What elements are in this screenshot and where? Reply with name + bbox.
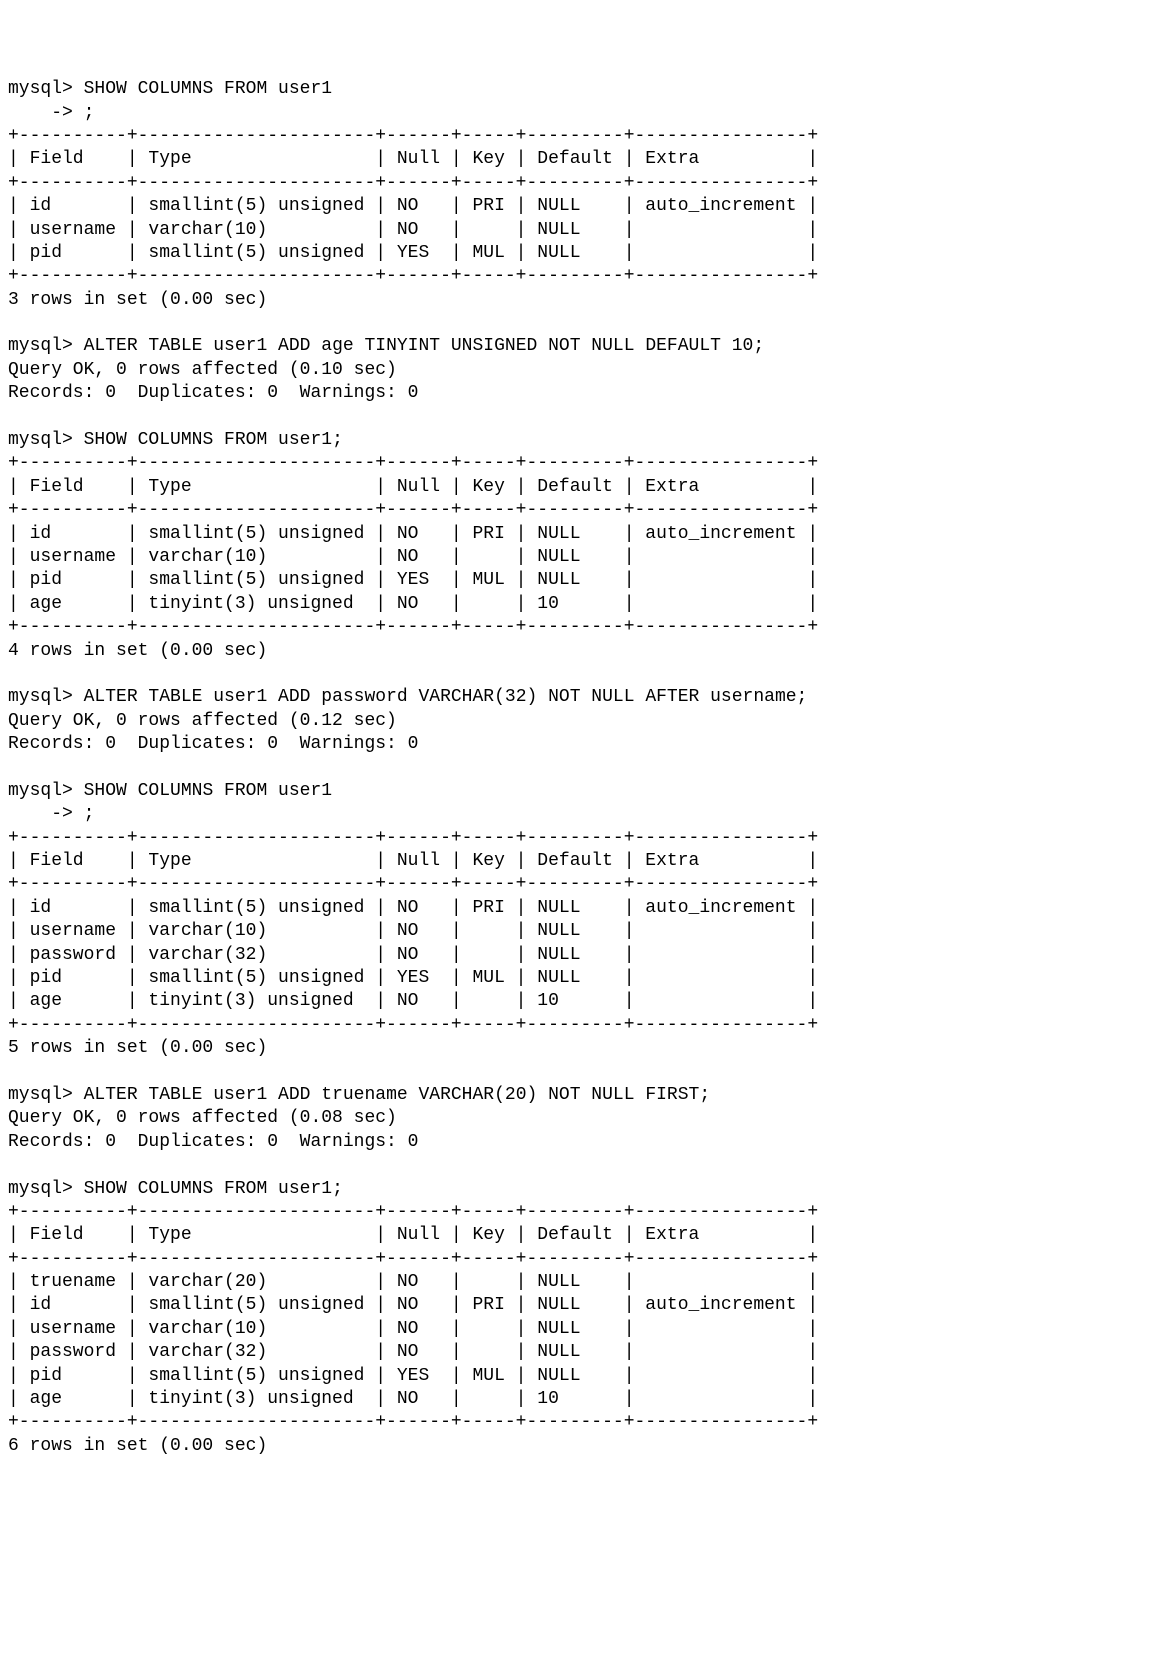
- records-line: Records: 0 Duplicates: 0 Warnings: 0: [8, 1132, 418, 1152]
- table-row: | age | tinyint(3) unsigned | NO | | 10 …: [8, 594, 818, 614]
- table-border: +----------+----------------------+-----…: [8, 500, 818, 520]
- table-header: | Field | Type | Null | Key | Default | …: [8, 851, 818, 871]
- table-row: | pid | smallint(5) unsigned | YES | MUL…: [8, 243, 818, 263]
- table-border: +----------+----------------------+-----…: [8, 874, 818, 894]
- query-ok: Query OK, 0 rows affected (0.10 sec): [8, 360, 397, 380]
- table-border: +----------+----------------------+-----…: [8, 1249, 818, 1269]
- table-border: +----------+----------------------+-----…: [8, 828, 818, 848]
- table-row: | id | smallint(5) unsigned | NO | PRI |…: [8, 524, 818, 544]
- table-header: | Field | Type | Null | Key | Default | …: [8, 149, 818, 169]
- result-summary: 3 rows in set (0.00 sec): [8, 290, 267, 310]
- table-row: | id | smallint(5) unsigned | NO | PRI |…: [8, 196, 818, 216]
- sql-command: ALTER TABLE user1 ADD truename VARCHAR(2…: [84, 1085, 711, 1105]
- table-row: | pid | smallint(5) unsigned | YES | MUL…: [8, 968, 818, 988]
- sql-command: ALTER TABLE user1 ADD age TINYINT UNSIGN…: [84, 336, 765, 356]
- result-summary: 4 rows in set (0.00 sec): [8, 641, 267, 661]
- table-row: | pid | smallint(5) unsigned | YES | MUL…: [8, 1366, 818, 1386]
- prompt: mysql>: [8, 687, 84, 707]
- result-summary: 6 rows in set (0.00 sec): [8, 1436, 267, 1456]
- prompt: mysql>: [8, 336, 84, 356]
- query-ok: Query OK, 0 rows affected (0.12 sec): [8, 711, 397, 731]
- sql-command: SHOW COLUMNS FROM user1: [84, 781, 332, 801]
- table-row: | id | smallint(5) unsigned | NO | PRI |…: [8, 1295, 818, 1315]
- table-row: | age | tinyint(3) unsigned | NO | | 10 …: [8, 991, 818, 1011]
- continuation-prompt: ->: [8, 804, 84, 824]
- table-border: +----------+----------------------+-----…: [8, 173, 818, 193]
- sql-command: ;: [84, 804, 95, 824]
- sql-command: SHOW COLUMNS FROM user1;: [84, 1179, 343, 1199]
- table-border: +----------+----------------------+-----…: [8, 1015, 818, 1035]
- table-row: | username | varchar(10) | NO | | NULL |…: [8, 1319, 818, 1339]
- table-row: | id | smallint(5) unsigned | NO | PRI |…: [8, 898, 818, 918]
- table-border: +----------+----------------------+-----…: [8, 1202, 818, 1222]
- sql-command: ALTER TABLE user1 ADD password VARCHAR(3…: [84, 687, 808, 707]
- table-row: | truename | varchar(20) | NO | | NULL |…: [8, 1272, 818, 1292]
- records-line: Records: 0 Duplicates: 0 Warnings: 0: [8, 734, 418, 754]
- table-header: | Field | Type | Null | Key | Default | …: [8, 1225, 818, 1245]
- sql-command: SHOW COLUMNS FROM user1;: [84, 430, 343, 450]
- result-summary: 5 rows in set (0.00 sec): [8, 1038, 267, 1058]
- table-row: | username | varchar(10) | NO | | NULL |…: [8, 921, 818, 941]
- table-border: +----------+----------------------+-----…: [8, 453, 818, 473]
- table-border: +----------+----------------------+-----…: [8, 1412, 818, 1432]
- table-row: | pid | smallint(5) unsigned | YES | MUL…: [8, 570, 818, 590]
- terminal-output: mysql> SHOW COLUMNS FROM user1 -> ; +---…: [8, 78, 1164, 1458]
- records-line: Records: 0 Duplicates: 0 Warnings: 0: [8, 383, 418, 403]
- table-row: | username | varchar(10) | NO | | NULL |…: [8, 547, 818, 567]
- continuation-prompt: ->: [8, 103, 84, 123]
- table-row: | username | varchar(10) | NO | | NULL |…: [8, 220, 818, 240]
- table-row: | age | tinyint(3) unsigned | NO | | 10 …: [8, 1389, 818, 1409]
- prompt: mysql>: [8, 781, 84, 801]
- table-row: | password | varchar(32) | NO | | NULL |…: [8, 945, 818, 965]
- query-ok: Query OK, 0 rows affected (0.08 sec): [8, 1108, 397, 1128]
- sql-command: ;: [84, 103, 95, 123]
- table-border: +----------+----------------------+-----…: [8, 266, 818, 286]
- prompt: mysql>: [8, 79, 84, 99]
- table-border: +----------+----------------------+-----…: [8, 617, 818, 637]
- sql-command: SHOW COLUMNS FROM user1: [84, 79, 332, 99]
- table-border: +----------+----------------------+-----…: [8, 126, 818, 146]
- prompt: mysql>: [8, 1179, 84, 1199]
- table-header: | Field | Type | Null | Key | Default | …: [8, 477, 818, 497]
- prompt: mysql>: [8, 430, 84, 450]
- prompt: mysql>: [8, 1085, 84, 1105]
- table-row: | password | varchar(32) | NO | | NULL |…: [8, 1342, 818, 1362]
